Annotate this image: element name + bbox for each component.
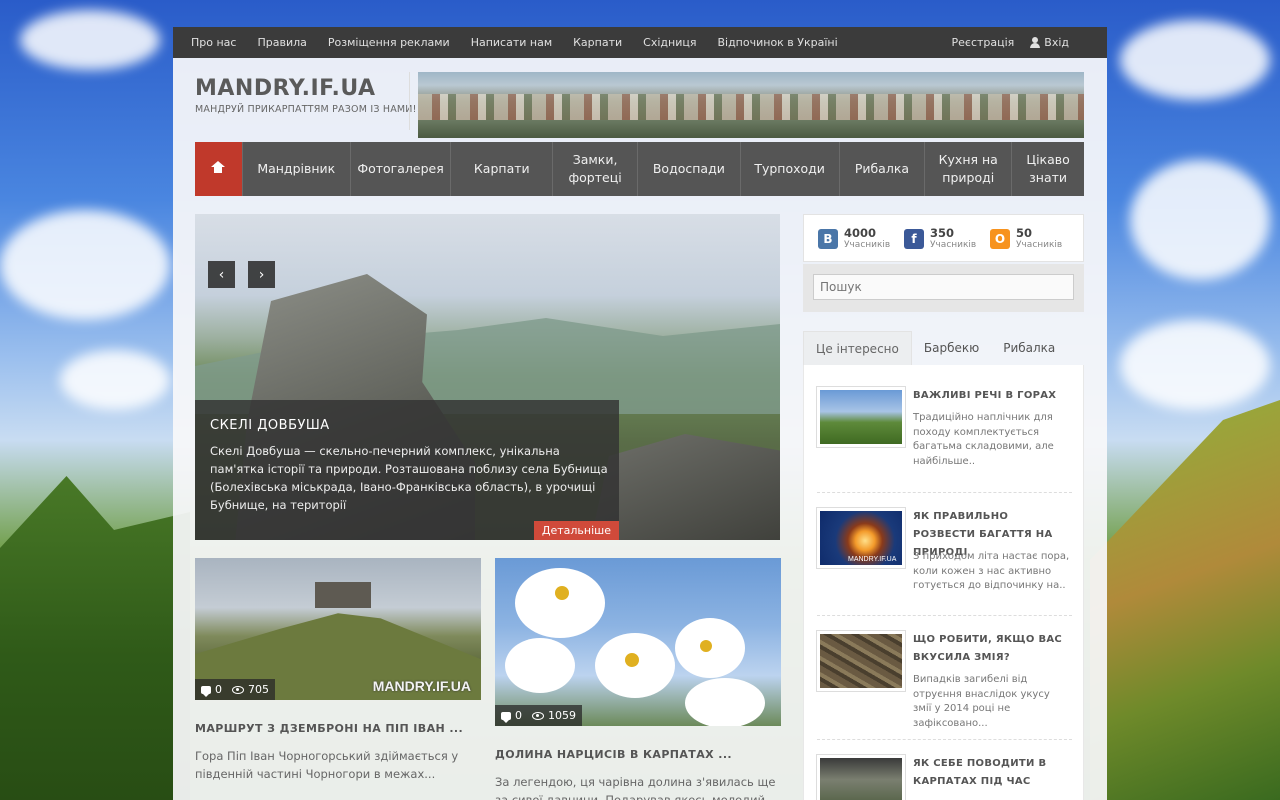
slider-prev-button[interactable]: ‹ — [208, 261, 235, 288]
login-label: Вхід — [1044, 36, 1069, 49]
register-link[interactable]: Реєстрація — [952, 36, 1015, 49]
slider-next-button[interactable]: › — [248, 261, 275, 288]
social-vk[interactable]: В 4000 Учасників — [818, 227, 890, 251]
menu-item-traveler[interactable]: Мандрівник — [241, 142, 350, 196]
home-button[interactable] — [195, 142, 242, 196]
site-logo[interactable]: MANDRY.IF.UA МАНДРУЙ ПРИКАРПАТТЯМ РАЗОМ … — [195, 76, 417, 115]
post-excerpt: Гора Піп Іван Чорногорський здіймається … — [195, 749, 459, 781]
social-odnoklassniki[interactable]: О 50 Учасників — [990, 227, 1062, 251]
comments-icon — [501, 711, 511, 723]
social-facebook[interactable]: f 350 Учасників — [904, 227, 976, 251]
view-count: 1059 — [548, 709, 576, 722]
comment-count: 0 — [215, 683, 222, 696]
background-forest-left — [0, 476, 190, 800]
topnav-link-ukraine-rest[interactable]: Відпочинок в Україні — [717, 36, 837, 49]
menu-item-carpathians[interactable]: Карпати — [450, 142, 552, 196]
facebook-label: Учасників — [930, 240, 977, 250]
list-divider — [817, 739, 1072, 740]
views-icon — [232, 685, 244, 694]
post-card: 0 1059 ДОЛИНА НАРЦИСІВ В КАРПАТАХ ... За… — [495, 558, 781, 800]
topnav-link-rules[interactable]: Правила — [257, 36, 306, 49]
thumbnail-watermark: MANDRY.IF.UA — [848, 556, 897, 563]
page-container: Про нас Правила Розміщення реклами Напис… — [173, 27, 1107, 800]
list-item-excerpt: Традиційно наплічник для походу комплект… — [913, 412, 1054, 467]
list-item-title[interactable]: ЩО РОБИТИ, ЯКЩО ВАС ВКУСИЛА ЗМІЯ? — [913, 631, 1073, 667]
header-banner-image — [418, 72, 1084, 138]
background-mountain-right — [1090, 400, 1280, 800]
facebook-icon: f — [904, 229, 924, 249]
featured-slider: ‹ › СКЕЛІ ДОВБУША Скелі Довбуша — скельн… — [195, 214, 780, 540]
slider-title[interactable]: СКЕЛІ ДОВБУША — [210, 418, 330, 433]
search-panel — [803, 264, 1084, 312]
menu-item-castles[interactable]: Замки, фортеці — [552, 142, 637, 196]
topnav-link-advertising[interactable]: Розміщення реклами — [328, 36, 450, 49]
comments-icon — [201, 685, 211, 697]
list-item-thumbnail[interactable] — [817, 631, 905, 691]
list-divider — [817, 615, 1072, 616]
list-divider — [817, 492, 1072, 493]
tab-barbecue[interactable]: Барбекю — [912, 331, 991, 365]
view-count: 705 — [248, 683, 269, 696]
main-menu: Мандрівник Фотогалерея Карпати Замки, фо… — [195, 142, 1084, 196]
list-item-title[interactable]: ВАЖЛИВІ РЕЧІ В ГОРАХ — [913, 387, 1073, 405]
social-counters: В 4000 Учасників f 350 Учасників О 50 Уч… — [803, 214, 1084, 262]
post-meta: 0 1059 — [495, 705, 582, 726]
search-input[interactable] — [813, 274, 1074, 300]
observatory-building — [315, 582, 371, 608]
menu-item-photogallery[interactable]: Фотогалерея — [349, 142, 451, 196]
list-item-thumbnail[interactable] — [817, 387, 905, 447]
vk-icon: В — [818, 229, 838, 249]
sidebar-post-list: ВАЖЛИВІ РЕЧІ В ГОРАХ Традиційно наплічни… — [803, 365, 1084, 800]
views-icon — [532, 711, 544, 720]
tab-fishing[interactable]: Рибалка — [991, 331, 1067, 365]
menu-item-fishing[interactable]: Рибалка — [838, 142, 925, 196]
odnoklassniki-icon: О — [990, 229, 1010, 249]
menu-item-interesting[interactable]: Цікаво знати — [1011, 142, 1084, 196]
sidebar-tabs: Це інтересно Барбекю Рибалка — [803, 331, 1084, 366]
post-thumbnail[interactable]: MANDRY.IF.UA 0 705 — [195, 558, 481, 700]
post-title[interactable]: ДОЛИНА НАРЦИСІВ В КАРПАТАХ ... — [495, 748, 781, 761]
post-title[interactable]: МАРШРУТ З ДЗЕМБРОНІ НА ПІП ІВАН ... — [195, 722, 481, 735]
login-link[interactable]: Вхід — [1030, 36, 1069, 49]
vk-label: Учасників — [844, 240, 891, 250]
site-tagline: МАНДРУЙ ПРИКАРПАТТЯМ РАЗОМ ІЗ НАМИ! — [195, 104, 417, 115]
post-meta: 0 705 — [195, 679, 275, 700]
topnav-link-contact[interactable]: Написати нам — [471, 36, 552, 49]
odnoklassniki-label: Учасників — [1016, 240, 1063, 250]
topnav-link-about[interactable]: Про нас — [191, 36, 236, 49]
slider-caption: СКЕЛІ ДОВБУША Скелі Довбуша — скельно-пе… — [195, 400, 619, 540]
site-name: MANDRY.IF.UA — [195, 76, 376, 101]
menu-item-hiking[interactable]: Турпоходи — [739, 142, 839, 196]
tab-interesting[interactable]: Це інтересно — [803, 331, 912, 365]
site-header: MANDRY.IF.UA МАНДРУЙ ПРИКАРПАТТЯМ РАЗОМ … — [173, 58, 1107, 142]
list-item-excerpt: З приходом літа настає пора, коли кожен … — [913, 551, 1070, 591]
slider-more-button[interactable]: Детальніше — [533, 521, 619, 540]
list-item-thumbnail[interactable]: MANDRY.IF.UA — [817, 508, 905, 568]
post-thumbnail[interactable]: 0 1059 — [495, 558, 781, 726]
user-icon — [1030, 37, 1041, 48]
menu-item-waterfalls[interactable]: Водоспади — [636, 142, 740, 196]
narcissus-flower — [515, 568, 605, 638]
odnoklassniki-count: 50 — [1016, 226, 1033, 240]
menu-item-outdoor-cooking[interactable]: Кухня на природі — [924, 142, 1011, 196]
vk-count: 4000 — [844, 226, 877, 240]
home-icon — [211, 160, 226, 175]
list-item-thumbnail[interactable] — [817, 755, 905, 800]
header-divider — [409, 72, 410, 130]
top-navigation-bar: Про нас Правила Розміщення реклами Напис… — [173, 27, 1107, 58]
comment-count: 0 — [515, 709, 522, 722]
slider-description: Скелі Довбуша — скельно-печерний комплек… — [210, 444, 608, 512]
list-item-title[interactable]: ЯК СЕБЕ ПОВОДИТИ В КАРПАТАХ ПІД ЧАС — [913, 755, 1073, 791]
topnav-link-skhidnytsia[interactable]: Східниця — [643, 36, 696, 49]
facebook-count: 350 — [930, 226, 955, 240]
post-card: MANDRY.IF.UA 0 705 МАРШРУТ З ДЗЕМБРОНІ Н… — [195, 558, 481, 783]
image-watermark: MANDRY.IF.UA — [372, 678, 471, 694]
post-excerpt: За легендою, ця чарівна долина з'явилась… — [495, 775, 776, 800]
topnav-link-carpathians[interactable]: Карпати — [573, 36, 622, 49]
list-item-excerpt: Випадків загибелі від отруєння внаслідок… — [913, 674, 1050, 729]
